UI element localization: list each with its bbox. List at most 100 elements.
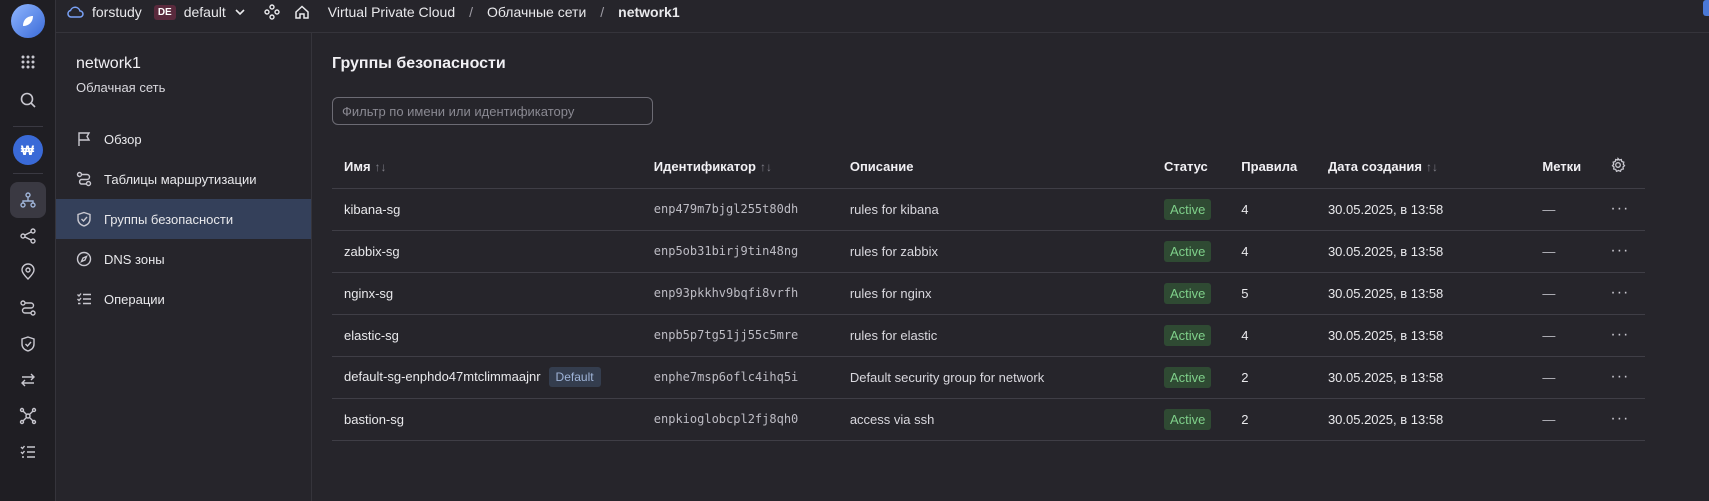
- breadcrumb-vpc[interactable]: Virtual Private Cloud: [328, 4, 455, 20]
- column-header-created[interactable]: Дата создания ↑↓: [1315, 146, 1531, 189]
- row-name-link[interactable]: kibana-sg: [344, 202, 400, 217]
- grid-icon[interactable]: [10, 44, 46, 80]
- sort-icon[interactable]: ↑↓: [375, 160, 387, 174]
- cell-created: 30.05.2025, в 13:58: [1315, 314, 1531, 357]
- sidebar-item-route-tables[interactable]: Таблицы маршрутизации: [56, 159, 311, 199]
- cell-description: rules for elastic: [837, 314, 1152, 357]
- table-row[interactable]: elastic-sg enpb5p7tg51jj55c5mre rules for …: [332, 314, 1645, 357]
- cell-name[interactable]: nginx-sg: [332, 272, 642, 315]
- routes-icon: [76, 171, 92, 187]
- home-icon[interactable]: [294, 4, 310, 20]
- status-badge: Active: [1163, 324, 1212, 346]
- transfer-icon[interactable]: [10, 362, 46, 398]
- search-input[interactable]: [332, 97, 653, 125]
- sidebar-item-dns-zones[interactable]: DNS зоны: [56, 239, 311, 279]
- row-name-link[interactable]: zabbix-sg: [344, 244, 400, 259]
- cell-labels: —: [1530, 272, 1599, 315]
- more-actions-icon[interactable]: ···: [1610, 242, 1629, 259]
- list-icon[interactable]: [10, 434, 46, 470]
- column-settings[interactable]: [1598, 146, 1645, 189]
- cell-status: Active: [1151, 398, 1230, 441]
- breadcrumb-current: network1: [618, 4, 680, 20]
- sidebar-item-operations[interactable]: Операции: [56, 279, 311, 319]
- top-breadcrumb-bar: forstudy DE default Virtual Private Clou…: [56, 0, 1709, 24]
- row-name-link[interactable]: bastion-sg: [344, 412, 404, 427]
- status-badge: Active: [1163, 240, 1212, 262]
- workspace-avatar[interactable]: ₩: [12, 135, 43, 165]
- sort-icon[interactable]: ↑↓: [760, 160, 772, 174]
- cell-labels: —: [1530, 398, 1599, 441]
- network-icon[interactable]: [9, 182, 46, 218]
- status-badge: Active: [1163, 408, 1212, 430]
- cell-name[interactable]: zabbix-sg: [332, 230, 642, 273]
- share-icon[interactable]: [10, 218, 46, 254]
- cell-created: 30.05.2025, в 13:58: [1315, 230, 1531, 273]
- cell-labels: —: [1530, 188, 1599, 231]
- hierarchy-icon[interactable]: [264, 4, 280, 20]
- nodes-icon[interactable]: [10, 398, 46, 434]
- cell-status: Active: [1151, 356, 1230, 399]
- cell-rules: 2: [1229, 356, 1316, 399]
- network-title: network1: [76, 55, 141, 72]
- column-header-rules: Правила: [1229, 146, 1316, 189]
- cloud-name[interactable]: forstudy: [92, 4, 142, 20]
- search-icon[interactable]: [10, 82, 46, 118]
- sidebar-item-security-groups[interactable]: Группы безопасности: [56, 199, 311, 239]
- table-row[interactable]: default-sg-enphdo47mtclimmaajnr Default en…: [332, 356, 1645, 399]
- folder-name[interactable]: default: [184, 4, 226, 20]
- cell-created: 30.05.2025, в 13:58: [1315, 272, 1531, 315]
- more-actions-icon[interactable]: ···: [1610, 410, 1629, 427]
- cell-name[interactable]: default-sg-enphdo47mtclimmaajnr Default: [332, 356, 642, 399]
- sidebar-item-overview[interactable]: Обзор: [56, 119, 311, 159]
- breadcrumb-networks[interactable]: Облачные сети: [487, 4, 586, 20]
- sidebar-item-label: Операции: [104, 291, 165, 307]
- shield-icon[interactable]: [10, 326, 46, 362]
- row-name-link[interactable]: nginx-sg: [344, 286, 393, 301]
- gear-icon[interactable]: [1610, 157, 1626, 176]
- more-actions-icon[interactable]: ···: [1610, 368, 1629, 385]
- cell-description: access via ssh: [837, 398, 1152, 441]
- row-name-link[interactable]: default-sg-enphdo47mtclimmaajnr: [344, 369, 541, 384]
- more-actions-icon[interactable]: ···: [1610, 284, 1629, 301]
- flag-icon: [76, 131, 92, 147]
- cell-id: enphe7msp6oflc4ihq5i: [641, 356, 838, 399]
- more-actions-icon[interactable]: ···: [1610, 200, 1629, 217]
- sort-icon[interactable]: ↑↓: [1426, 160, 1438, 174]
- cell-rules: 2: [1229, 398, 1316, 441]
- cell-status: Active: [1151, 230, 1230, 273]
- cell-actions: ···: [1598, 398, 1645, 441]
- sidebar-item-label: Группы безопасности: [104, 211, 234, 227]
- cell-name[interactable]: kibana-sg: [332, 188, 642, 231]
- column-header-id[interactable]: Идентификатор ↑↓: [641, 146, 838, 189]
- cell-name[interactable]: elastic-sg: [332, 314, 642, 357]
- row-name-link[interactable]: elastic-sg: [344, 328, 399, 343]
- cell-labels: —: [1530, 356, 1599, 399]
- network-subtitle: Облачная сеть: [76, 80, 166, 95]
- cell-description: rules for nginx: [837, 272, 1152, 315]
- security-groups-table: Имя ↑↓ Идентификатор ↑↓ Описание Статус Пр…: [332, 146, 1645, 441]
- cell-id: enp5ob31birj9tin48ng: [641, 230, 838, 273]
- sidebar-item-label: Таблицы маршрутизации: [104, 171, 257, 187]
- logo-icon[interactable]: [10, 4, 45, 38]
- table-row[interactable]: zabbix-sg enp5ob31birj9tin48ng rules for z…: [332, 230, 1645, 273]
- chevron-down-icon[interactable]: [234, 6, 246, 18]
- cloud-icon: [66, 5, 84, 19]
- column-header-name[interactable]: Имя ↑↓: [332, 146, 642, 189]
- default-badge: Default: [548, 367, 601, 387]
- cell-name[interactable]: bastion-sg: [332, 398, 642, 441]
- location-icon[interactable]: [10, 254, 46, 290]
- more-actions-icon[interactable]: ···: [1610, 326, 1629, 343]
- corner-tab[interactable]: [1703, 0, 1709, 16]
- rail-divider: [12, 126, 43, 127]
- table-row[interactable]: bastion-sg enpkioglobcpl2fj8qh0 access via…: [332, 398, 1645, 441]
- column-header-status: Статус: [1151, 146, 1230, 189]
- breadcrumb-separator: /: [600, 4, 605, 20]
- table-row[interactable]: kibana-sg enp479m7bjgl255t80dh rules for k…: [332, 188, 1645, 231]
- cell-id: enp479m7bjgl255t80dh: [641, 188, 838, 231]
- cell-status: Active: [1151, 188, 1230, 231]
- status-badge: Active: [1163, 282, 1212, 304]
- network-sidebar: network1 Облачная сеть Обзор Таблицы мар…: [56, 32, 312, 501]
- table-row[interactable]: nginx-sg enp93pkkhv9bqfi8vrfh rules for ng…: [332, 272, 1645, 315]
- routes-icon[interactable]: [10, 290, 46, 326]
- cell-actions: ···: [1598, 356, 1645, 399]
